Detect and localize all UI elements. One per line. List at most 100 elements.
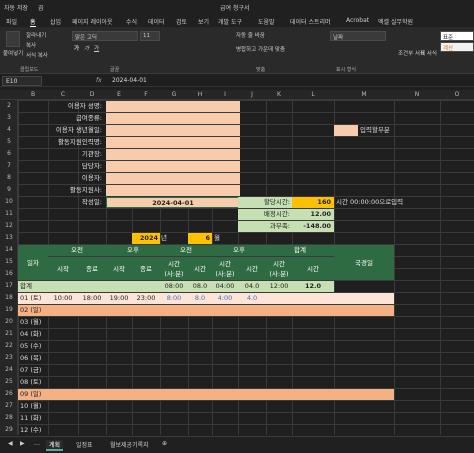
info-input-cell[interactable] [106, 185, 240, 196]
row-header[interactable]: 5 [0, 138, 18, 145]
merge-center-button[interactable]: 병합하고 가운데 맞춤 [236, 45, 285, 53]
style-calc[interactable]: 계산 [440, 42, 474, 52]
paste-button[interactable]: 붙여넣기 [3, 49, 23, 57]
row-header[interactable]: 13 [0, 234, 18, 241]
day-pm_time[interactable]: 4:00 [212, 293, 238, 304]
row-header[interactable]: 7 [0, 162, 18, 169]
tab-formulas[interactable]: 수식 [126, 17, 137, 26]
tab-home[interactable]: 홈 [30, 17, 36, 27]
formula-input[interactable]: 2024-04-01 [112, 77, 147, 84]
number-format-select[interactable]: 날짜 [330, 31, 386, 41]
tab-excel-academy[interactable]: 엑셀 실무학원 [378, 17, 413, 26]
underline-button[interactable]: 가 [94, 44, 99, 52]
info-input-cell[interactable] [106, 125, 240, 136]
row-header[interactable]: 29 [0, 426, 18, 433]
style-normal[interactable]: 표준 [440, 31, 474, 41]
alloc-value[interactable]: -148.00 [292, 221, 334, 232]
row-header[interactable]: 18 [0, 294, 18, 301]
day-am_hours[interactable]: 8.0 [188, 293, 212, 304]
row-header[interactable]: 9 [0, 186, 18, 193]
tab-acrobat[interactable]: Acrobat [346, 17, 369, 24]
alloc-value[interactable]: 160 [292, 197, 334, 208]
col-header[interactable]: E [106, 91, 132, 98]
tab-view[interactable]: 보기 [198, 17, 209, 26]
tab-page-layout[interactable]: 페이지 레이아웃 [72, 17, 113, 26]
row-header[interactable]: 20 [0, 318, 18, 325]
copy-button[interactable]: 복사 [26, 41, 36, 49]
row-header[interactable]: 22 [0, 342, 18, 349]
font-size-select[interactable]: 11 [140, 31, 160, 41]
row-header[interactable]: 16 [0, 270, 18, 277]
col-header[interactable]: B [18, 91, 48, 98]
tab-review[interactable]: 검토 [176, 17, 187, 26]
add-sheet-icon[interactable]: ⊕ [162, 440, 167, 447]
sheet-nav-prev-icon[interactable]: ◀ [8, 440, 13, 447]
day-am_start[interactable]: 10:00 [48, 293, 78, 304]
row-header[interactable]: 17 [0, 282, 18, 289]
month-input[interactable]: 6 [188, 233, 212, 244]
info-input-cell[interactable] [106, 137, 240, 148]
row-header[interactable]: 8 [0, 174, 18, 181]
row-header[interactable]: 6 [0, 150, 18, 157]
info-input-cell[interactable] [106, 173, 240, 184]
sheet-nav-next-icon[interactable]: ▶ [20, 440, 25, 447]
font-name-select[interactable]: 맑은 고딕 [72, 31, 138, 41]
cut-button[interactable]: 잘라내기 [26, 31, 46, 39]
col-header[interactable]: M [334, 91, 394, 98]
sheet-tab-plan[interactable]: 계획 [46, 440, 64, 451]
row-header[interactable]: 3 [0, 114, 18, 121]
name-box[interactable]: E10 [2, 76, 42, 86]
col-header[interactable]: C [48, 91, 78, 98]
col-header[interactable]: H [188, 91, 212, 98]
tab-data[interactable]: 데이터 [148, 17, 165, 26]
sheet-nav-more-icon[interactable]: … [34, 440, 40, 447]
tab-insert[interactable]: 삽입 [50, 17, 61, 26]
col-header[interactable]: L [292, 91, 334, 98]
day-pm_start[interactable]: 19:00 [106, 293, 132, 304]
day-pm_hours[interactable]: 4.0 [238, 293, 266, 304]
row-header[interactable]: 15 [0, 258, 18, 265]
row-header[interactable]: 19 [0, 306, 18, 313]
row-header[interactable]: 25 [0, 378, 18, 385]
autosave-toggle[interactable]: 끔 [38, 3, 44, 12]
row-header[interactable]: 28 [0, 414, 18, 421]
col-header[interactable]: I [212, 91, 238, 98]
col-header[interactable]: D [78, 91, 106, 98]
row-header[interactable]: 26 [0, 390, 18, 397]
row-header[interactable]: 27 [0, 402, 18, 409]
row-header[interactable]: 12 [0, 222, 18, 229]
row-header[interactable]: 14 [0, 246, 18, 253]
row-header[interactable]: 10 [0, 198, 18, 205]
italic-button[interactable]: 가 [84, 44, 89, 52]
info-input-cell[interactable] [106, 101, 240, 112]
alloc-value[interactable]: 12.00 [292, 209, 334, 220]
day-am_end[interactable]: 18:00 [78, 293, 106, 304]
tab-data-streamer[interactable]: 데이터 스트리머 [290, 17, 331, 26]
day-am_time[interactable]: 8:00 [160, 293, 188, 304]
tab-developer[interactable]: 개발 도구 [218, 17, 242, 26]
row-header[interactable]: 2 [0, 102, 18, 109]
col-header[interactable]: G [160, 91, 188, 98]
year-input[interactable]: 2024 [132, 233, 160, 244]
row-header[interactable]: 23 [0, 354, 18, 361]
table-format-button[interactable]: 표 서식 [420, 49, 437, 57]
wrap-text-button[interactable]: 자동 줄 바꿈 [236, 31, 265, 39]
write-date-cell[interactable]: 2024-04-01 [106, 197, 240, 208]
fx-icon[interactable]: fx [96, 77, 102, 84]
row-header[interactable]: 24 [0, 366, 18, 373]
paste-icon[interactable] [6, 31, 20, 47]
info-input-cell[interactable] [106, 161, 240, 172]
tab-file[interactable]: 파일 [6, 17, 17, 26]
row-header[interactable]: 11 [0, 210, 18, 217]
bold-button[interactable]: 가 [74, 44, 79, 52]
row-header[interactable]: 21 [0, 330, 18, 337]
col-header[interactable]: O [440, 91, 474, 98]
tab-help[interactable]: 도움말 [258, 17, 275, 26]
col-header[interactable]: K [266, 91, 292, 98]
info-input-cell[interactable] [106, 113, 240, 124]
col-header[interactable]: J [238, 91, 266, 98]
worksheet-grid[interactable]: 이용자 성명: 급여종류: 이용자 생년월일: 활동지원인력명: 기관장: 담당자: 이용자… [18, 100, 474, 435]
col-header[interactable]: N [394, 91, 440, 98]
row-header[interactable]: 4 [0, 126, 18, 133]
format-painter-button[interactable]: 서식 복사 [26, 51, 48, 59]
